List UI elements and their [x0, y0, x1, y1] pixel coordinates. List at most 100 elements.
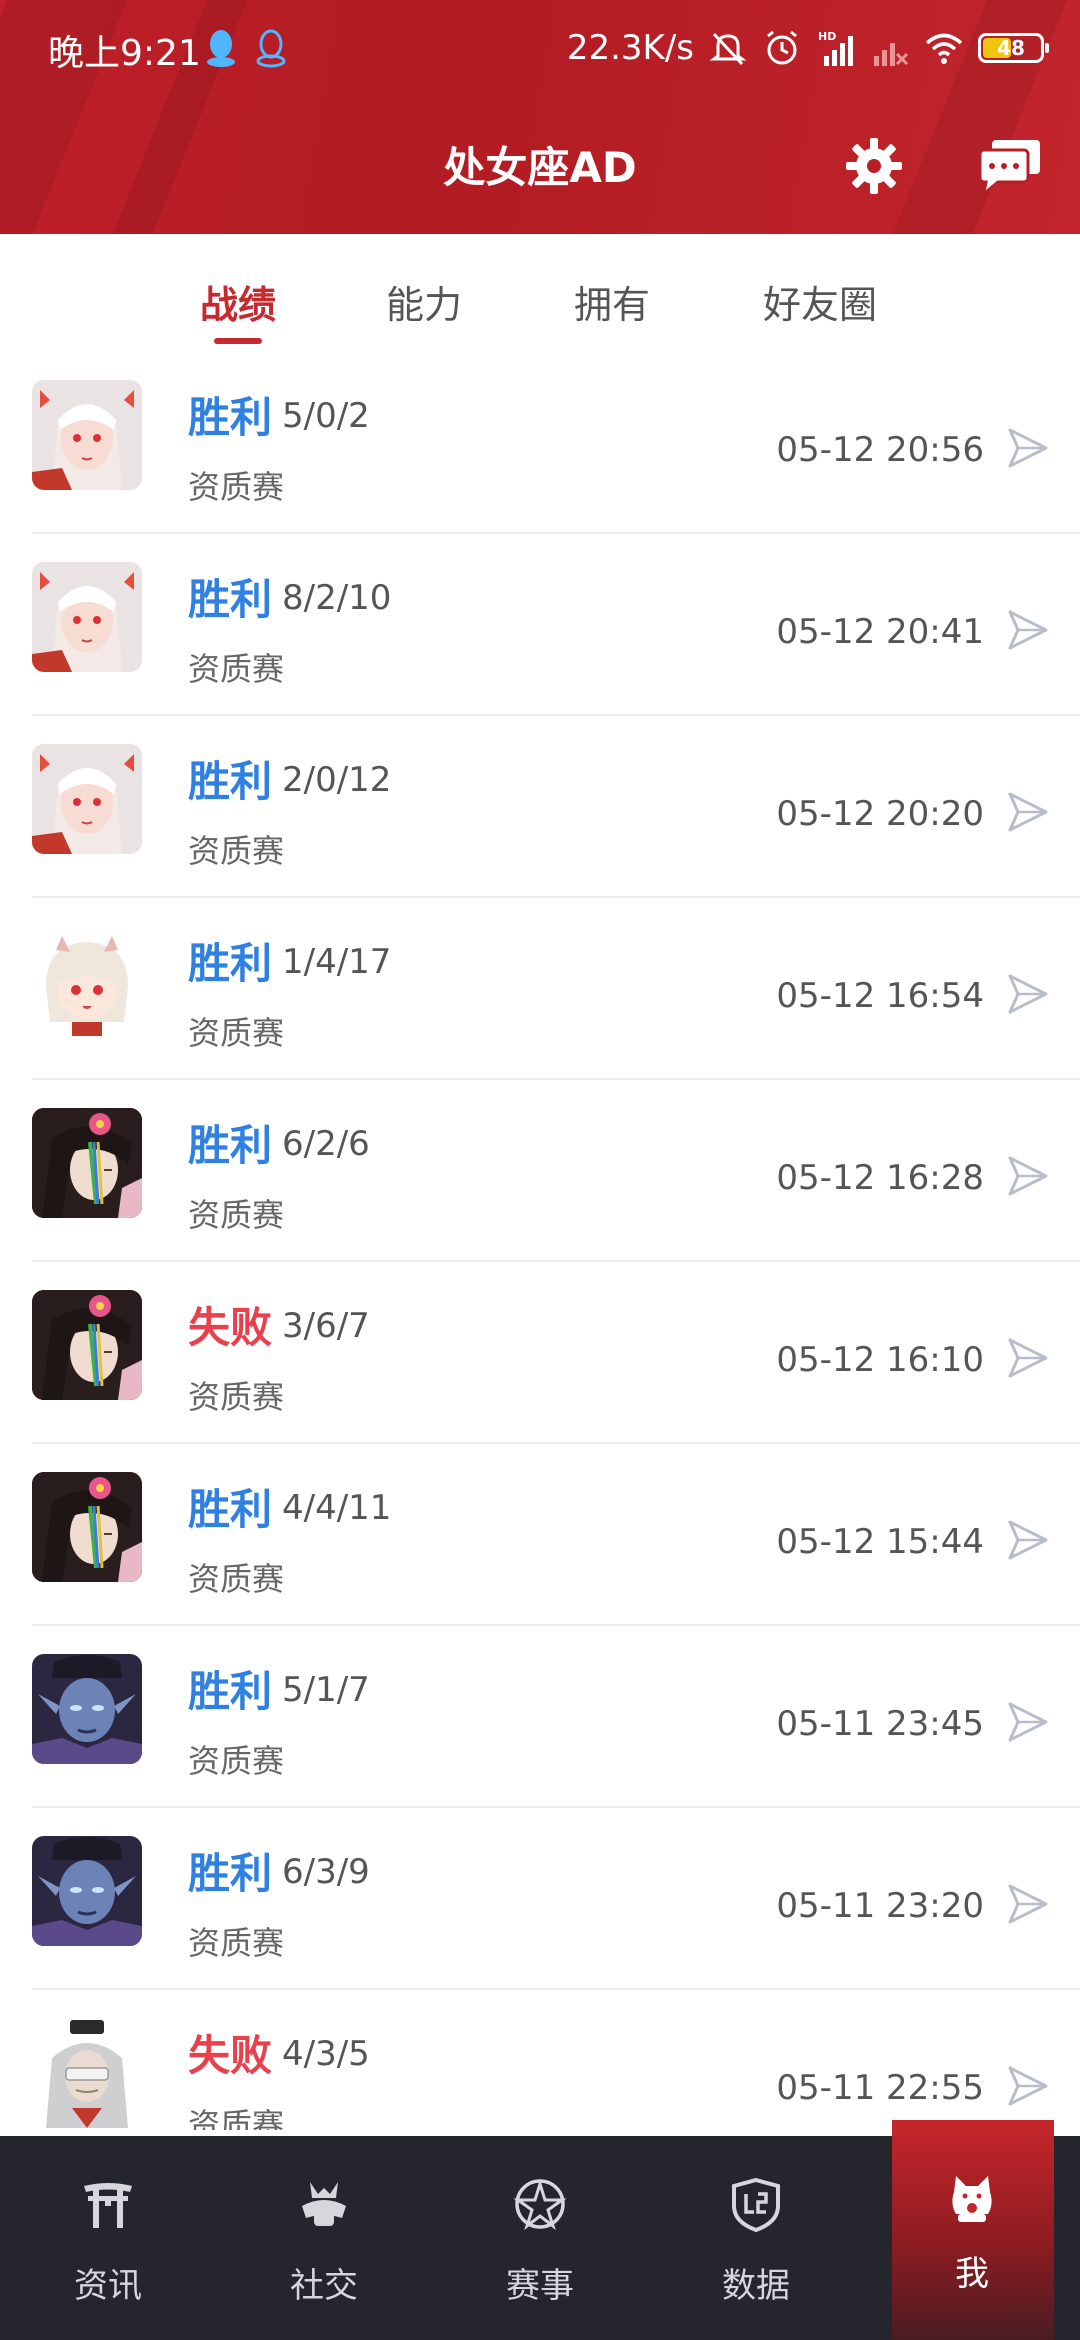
match-kda: 5/0/2 — [282, 396, 370, 436]
share-arrow-icon[interactable] — [1006, 2064, 1050, 2108]
chat-icon[interactable] — [978, 138, 1042, 192]
match-result: 胜利 — [188, 1849, 273, 1898]
hero-avatar — [32, 1836, 142, 1946]
match-row[interactable]: 胜利 8/2/10 资质赛 05-12 20:41 — [0, 534, 1080, 716]
match-row[interactable]: 胜利 6/3/9 资质赛 05-11 23:20 — [0, 1808, 1080, 1990]
hero-avatar — [32, 562, 142, 672]
share-arrow-icon[interactable] — [1006, 426, 1050, 470]
hero-avatar — [32, 1290, 142, 1400]
match-mode: 资质赛 — [188, 832, 285, 870]
match-time: 05-12 20:56 — [776, 430, 984, 470]
match-result: 胜利 — [188, 757, 273, 806]
match-row[interactable]: 胜利 4/4/11 资质赛 05-12 15:44 — [0, 1444, 1080, 1626]
network-speed: 22.3K/s — [566, 28, 694, 68]
match-result: 胜利 — [188, 393, 273, 442]
match-kda: 5/1/7 — [282, 1670, 370, 1710]
pentagram-icon — [513, 2178, 567, 2231]
tab-active-indicator — [214, 338, 262, 344]
match-mode: 资质赛 — [188, 650, 285, 688]
match-result: 胜利 — [188, 1667, 273, 1716]
match-row[interactable]: 胜利 5/1/7 资质赛 05-11 23:45 — [0, 1626, 1080, 1808]
match-kda: 3/6/7 — [282, 1306, 370, 1346]
match-result: 失败 — [188, 2031, 273, 2080]
match-kda: 1/4/17 — [282, 942, 392, 982]
wifi-icon — [925, 33, 963, 64]
mute-icon — [709, 32, 747, 66]
svg-text:HD: HD — [818, 30, 836, 43]
share-arrow-icon[interactable] — [1006, 1882, 1050, 1926]
match-kda: 2/0/12 — [282, 760, 392, 800]
battery-icon: 48 — [978, 33, 1049, 63]
status-bar: 晚上9:21 22.3K/s HD 48 — [0, 0, 1080, 100]
nav-news[interactable]: 资讯 — [0, 2136, 216, 2340]
nav-label: 资讯 — [74, 2266, 142, 2306]
share-arrow-icon[interactable] — [1006, 1700, 1050, 1744]
hero-avatar — [32, 1472, 142, 1582]
share-arrow-icon[interactable] — [1006, 972, 1050, 1016]
hero-avatar — [32, 1654, 142, 1764]
match-row[interactable]: 胜利 5/0/2 资质赛 05-12 20:56 — [0, 352, 1080, 534]
match-mode: 资质赛 — [188, 2106, 285, 2130]
match-history-list[interactable]: 胜利 5/0/2 资质赛 05-12 20:56 胜利 8/2/10 资质赛 05-12 2… — [0, 352, 1080, 2130]
signal-off-icon — [874, 43, 909, 66]
nav-events[interactable]: 赛事 — [432, 2136, 648, 2340]
nav-label: 我 — [955, 2254, 989, 2294]
lucky-cat-icon — [952, 2176, 992, 2222]
tab-owned[interactable]: 拥有 — [572, 274, 652, 329]
match-result: 胜利 — [188, 575, 273, 624]
match-result: 胜利 — [188, 1121, 273, 1170]
nav-label: 数据 — [722, 2266, 790, 2306]
nav-me[interactable]: 我 — [864, 2136, 1080, 2340]
match-kda: 4/3/5 — [282, 2034, 370, 2074]
match-kda: 6/3/9 — [282, 1852, 370, 1892]
hero-avatar — [32, 380, 142, 490]
gear-icon[interactable] — [844, 136, 904, 196]
match-time: 05-11 23:20 — [776, 1886, 984, 1926]
match-result: 胜利 — [188, 939, 273, 988]
torii-gate-icon — [84, 2183, 132, 2228]
match-mode: 资质赛 — [188, 1742, 285, 1780]
match-row[interactable]: 失败 3/6/7 资质赛 05-12 16:10 — [0, 1262, 1080, 1444]
hero-avatar — [32, 926, 142, 1036]
nav-label: 社交 — [290, 2266, 358, 2306]
nav-data[interactable]: 数据 — [648, 2136, 864, 2340]
match-kda: 6/2/6 — [282, 1124, 370, 1164]
share-arrow-icon[interactable] — [1006, 1336, 1050, 1380]
share-arrow-icon[interactable] — [1006, 608, 1050, 652]
shield-data-icon — [732, 2177, 780, 2232]
tab-bar: 战绩 能力 拥有 好友圈 — [0, 234, 1080, 352]
share-arrow-icon[interactable] — [1006, 1518, 1050, 1562]
match-time: 05-12 15:44 — [776, 1522, 984, 1562]
hero-avatar — [32, 744, 142, 854]
match-mode: 资质赛 — [188, 1014, 285, 1052]
hero-avatar — [32, 1108, 142, 1218]
status-time: 晚上9:21 — [48, 33, 201, 74]
tab-record[interactable]: 战绩 — [198, 274, 278, 329]
samurai-helmet-icon — [302, 2182, 346, 2226]
nav-social[interactable]: 社交 — [216, 2136, 432, 2340]
match-kda: 4/4/11 — [282, 1488, 392, 1528]
share-arrow-icon[interactable] — [1006, 1154, 1050, 1198]
match-result: 胜利 — [188, 1485, 273, 1534]
match-time: 05-12 16:28 — [776, 1158, 984, 1198]
qq-outline-icon — [256, 29, 286, 68]
match-mode: 资质赛 — [188, 1196, 285, 1234]
match-time: 05-11 22:55 — [776, 2068, 984, 2108]
match-kda: 8/2/10 — [282, 578, 392, 618]
match-result: 失败 — [188, 1303, 273, 1352]
match-mode: 资质赛 — [188, 1378, 285, 1416]
battery-level: 48 — [997, 36, 1025, 60]
page-title: 处女座AD — [443, 143, 637, 192]
hd-signal-icon: HD — [818, 30, 853, 66]
nav-label: 赛事 — [506, 2266, 574, 2306]
match-time: 05-12 16:54 — [776, 976, 984, 1016]
match-row[interactable]: 失败 4/3/5 资质赛 05-11 22:55 — [0, 1990, 1080, 2130]
share-arrow-icon[interactable] — [1006, 790, 1050, 834]
match-time: 05-12 20:20 — [776, 794, 984, 834]
match-row[interactable]: 胜利 6/2/6 资质赛 05-12 16:28 — [0, 1080, 1080, 1262]
match-row[interactable]: 胜利 2/0/12 资质赛 05-12 20:20 — [0, 716, 1080, 898]
match-time: 05-12 20:41 — [776, 612, 984, 652]
tab-ability[interactable]: 能力 — [384, 274, 464, 329]
tab-friends-circle[interactable]: 好友圈 — [760, 274, 880, 329]
match-row[interactable]: 胜利 1/4/17 资质赛 05-12 16:54 — [0, 898, 1080, 1080]
